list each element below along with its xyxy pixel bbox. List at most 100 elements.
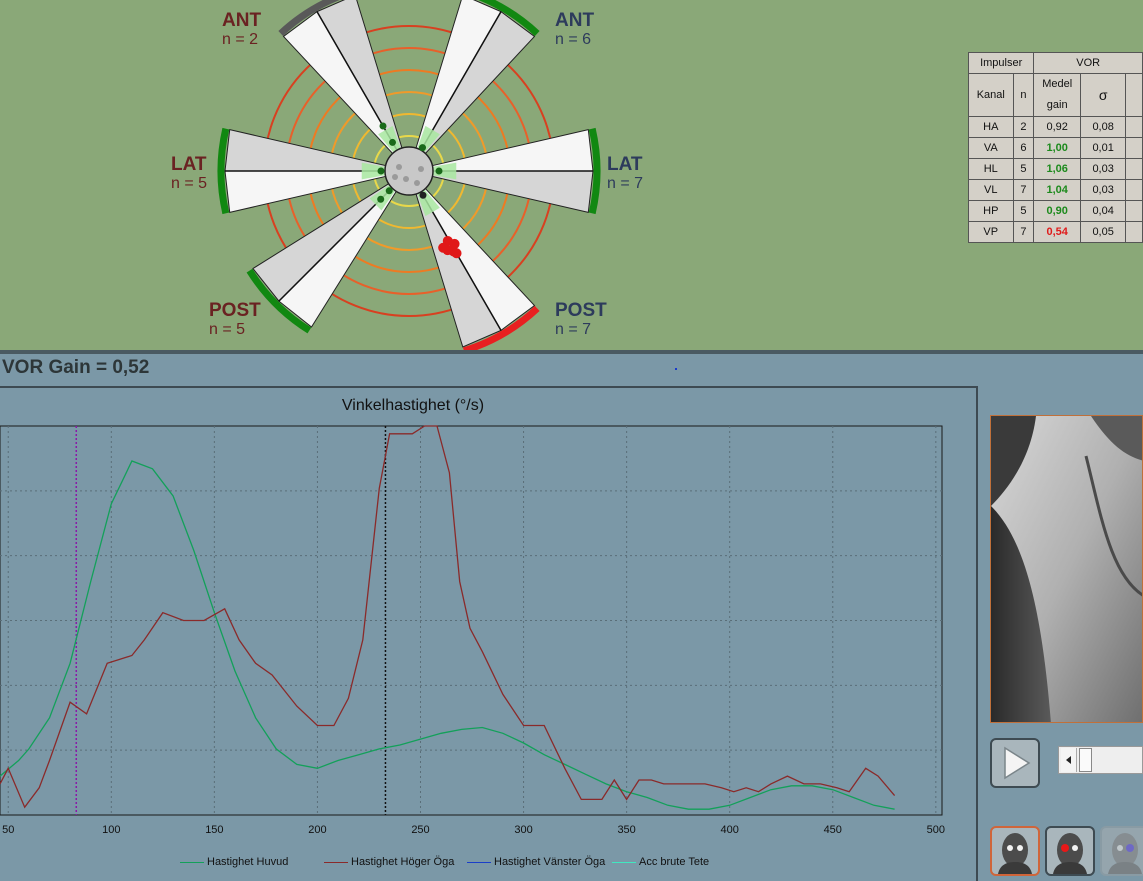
center-dot: [414, 180, 420, 186]
legend-swatch: [180, 861, 204, 863]
cell-gain: 0,54: [1033, 221, 1082, 243]
gain-point: [419, 191, 427, 199]
cell-gain: 1,06: [1033, 158, 1082, 180]
cell-sigma: 0,01: [1080, 137, 1127, 159]
legend-item-hoger-oga: Hastighet Höger Öga: [324, 856, 454, 868]
cell-n: 6: [1012, 137, 1035, 159]
cell-spacer: [1125, 179, 1143, 201]
gain-point-red: [438, 242, 449, 253]
canal-name: LAT: [171, 154, 207, 175]
cell-spacer: [1125, 137, 1143, 159]
caret-left-icon: [1066, 756, 1071, 764]
cell-sigma: 0,03: [1080, 158, 1127, 180]
canal-count: n = 2: [222, 31, 259, 48]
x-tick-label: 250: [411, 824, 429, 836]
canal-count: n = 5: [171, 175, 208, 192]
slider-thumb[interactable]: [1079, 748, 1092, 772]
face-blue-eye-icon: [1108, 833, 1142, 874]
cell-n: 7: [1012, 179, 1035, 201]
center-dot: [392, 174, 398, 180]
label-ant-right: ANT n = 6: [555, 11, 594, 48]
eye-video-image: [991, 416, 1142, 722]
legend-swatch: [324, 861, 348, 863]
cell-spacer: [1125, 116, 1143, 138]
cell-n: 5: [1012, 158, 1035, 180]
playback-slider[interactable]: [1058, 746, 1143, 774]
x-tick-label: 100: [102, 824, 120, 836]
eye-video-frame: [990, 415, 1143, 723]
header-kanal: Kanal: [968, 73, 1014, 117]
canal-count: n = 7: [555, 321, 592, 338]
velocity-chart: 50 100 150 200 250 300 350 400 450 500: [0, 425, 945, 836]
cell-n: 5: [1012, 200, 1035, 222]
stats-row: VP 7 0,54 0,05: [968, 221, 1143, 243]
label-lat-left: LAT n = 5: [171, 155, 207, 192]
center-dot: [403, 176, 409, 182]
cell-kanal: HL: [968, 158, 1014, 180]
slider-left-arrow-button[interactable]: [1061, 748, 1077, 772]
gain-point: [389, 138, 396, 146]
canal-name: POST: [209, 300, 261, 321]
x-tick-label: 50: [2, 824, 14, 836]
cell-kanal: VL: [968, 179, 1014, 201]
legend-item-vanster-oga: Hastighet Vänster Öga: [467, 856, 605, 868]
label-post-left: POST n = 5: [209, 301, 261, 338]
cell-sigma: 0,03: [1080, 179, 1127, 201]
cell-kanal: HA: [968, 116, 1014, 138]
header-gain: gain: [1046, 99, 1068, 111]
canal-count: n = 7: [607, 175, 644, 192]
gain-point-red: [451, 248, 462, 259]
stats-row: HP 5 0,90 0,04: [968, 200, 1143, 222]
header-spacer: [1125, 73, 1143, 117]
legend-label: Hastighet Vänster Öga: [494, 856, 606, 868]
cell-sigma: 0,08: [1080, 116, 1127, 138]
cell-gain: 0,90: [1033, 200, 1082, 222]
play-icon: [1004, 746, 1031, 780]
face-view-button-1[interactable]: [990, 826, 1040, 876]
face-view-button-3[interactable]: [1100, 826, 1143, 876]
cell-kanal: VP: [968, 221, 1014, 243]
vor-stats-table: Impulser VOR Kanal n Medel gain σ HA 2 0,9…: [967, 52, 1143, 243]
legend-item-acc-brute-tete: Acc brute Tete: [612, 856, 709, 868]
series-line: [0, 460, 895, 810]
x-tick-label: 150: [205, 824, 223, 836]
cell-spacer: [1125, 221, 1143, 243]
cell-n: 2: [1012, 116, 1035, 138]
stats-row: HA 2 0,92 0,08: [968, 116, 1143, 138]
canal-name: ANT: [222, 10, 262, 31]
cell-spacer: [1125, 200, 1143, 222]
face-view-button-2[interactable]: [1045, 826, 1095, 876]
cell-kanal: VA: [968, 137, 1014, 159]
center-dot: [418, 166, 424, 172]
header-impulser: Impulser: [967, 52, 1035, 74]
x-tick-label: 500: [927, 824, 945, 836]
label-post-right: POST n = 7: [555, 301, 607, 338]
stats-row: VL 7 1,04 0,03: [968, 179, 1143, 201]
gain-point: [385, 187, 393, 195]
gain-point: [377, 167, 385, 175]
cell-gain: 1,00: [1033, 137, 1082, 159]
cell-gain: 0,92: [1033, 116, 1082, 138]
header-vor: VOR: [1033, 52, 1143, 74]
legend-label: Hastighet Höger Öga: [351, 856, 455, 868]
cell-gain: 1,04: [1033, 179, 1082, 201]
face-red-eye-icon: [1053, 833, 1087, 874]
x-tick-label: 350: [617, 824, 635, 836]
panel-divider: [0, 350, 1143, 354]
canal-name: POST: [555, 300, 607, 321]
legend-item-huvud: Hastighet Huvud: [180, 856, 288, 868]
center-hub: [384, 146, 434, 196]
play-button[interactable]: [990, 738, 1040, 788]
x-tick-label: 200: [308, 824, 326, 836]
canal-count: n = 6: [555, 31, 592, 48]
gain-point: [377, 195, 385, 203]
cell-kanal: HP: [968, 200, 1014, 222]
x-tick-label: 400: [721, 824, 739, 836]
gain-point: [419, 144, 426, 152]
vor-gain-readout: VOR Gain = 0,52: [2, 357, 150, 378]
legend-swatch: [612, 861, 636, 863]
cell-spacer: [1125, 158, 1143, 180]
canal-name: ANT: [555, 10, 595, 31]
stats-row: VA 6 1,00 0,01: [968, 137, 1143, 159]
cell-sigma: 0,04: [1080, 200, 1127, 222]
